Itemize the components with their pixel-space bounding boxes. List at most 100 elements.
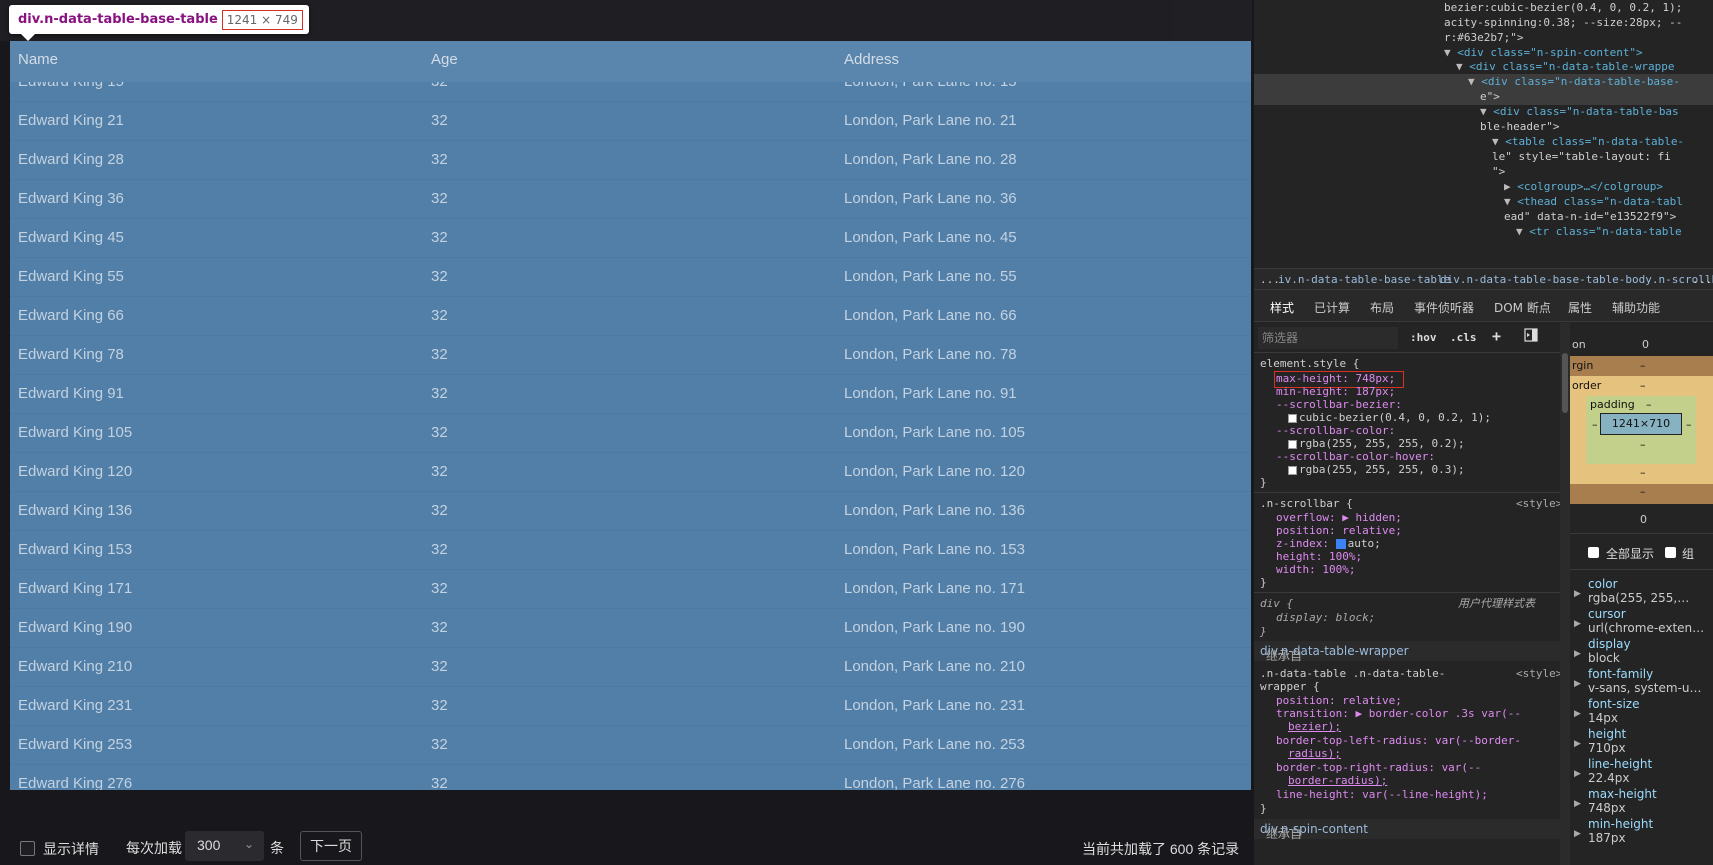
expand-triangle-icon[interactable]: ▼ — [1492, 135, 1505, 148]
w-lineheight-decl[interactable]: line-height: var(--line-height); — [1276, 788, 1488, 802]
element-line[interactable]: bezier:cubic-bezier(0.4, 0, 0.2, 1); — [1444, 0, 1682, 16]
show-details-label[interactable]: 显示详情 — [43, 839, 99, 859]
table-body[interactable]: Edward King 15 32 London, Park Lane no. 15… — [10, 82, 1251, 790]
styles-scrollbar[interactable] — [1560, 323, 1570, 865]
styles-pane[interactable]: element.style { max-height: 748px; min-h… — [1254, 353, 1560, 865]
expand-triangle-icon[interactable]: ▶ — [1574, 619, 1581, 629]
computed-prop-name[interactable]: font-family — [1588, 667, 1653, 681]
table-row[interactable]: Edward King 91 32 London, Park Lane no. 91 — [10, 375, 1251, 414]
expand-triangle-icon[interactable]: ▶ — [1574, 769, 1581, 779]
node-tr[interactable]: ▼ <tr class="n-data-table — [1516, 224, 1682, 240]
group-checkbox[interactable] — [1665, 547, 1676, 558]
w-transition-decl[interactable]: transition: ▶ border-color .3s var(-- — [1276, 707, 1521, 721]
tab-layout[interactable]: 布局 — [1370, 299, 1394, 316]
table-row[interactable]: Edward King 120 32 London, Park Lane no. 1… — [10, 453, 1251, 492]
expand-triangle-icon[interactable]: ▶ — [1574, 829, 1581, 839]
toggle-sidebar-icon[interactable] — [1524, 328, 1538, 345]
expand-triangle-icon[interactable]: ▶ — [1574, 799, 1581, 809]
scrollbar-hover-value[interactable]: rgba(255, 255, 255, 0.3); — [1288, 463, 1465, 477]
table-row[interactable]: Edward King 276 32 London, Park Lane no. 2… — [10, 765, 1251, 790]
scrollbar-bezier-value[interactable]: cubic-bezier(0.4, 0, 0.2, 1); — [1288, 411, 1491, 425]
w-btlr-decl[interactable]: border-top-left-radius: var(--border- — [1276, 734, 1521, 748]
computed-prop-name[interactable]: max-height — [1588, 787, 1657, 801]
table-row[interactable]: Edward King 153 32 London, Park Lane no. 1… — [10, 531, 1251, 570]
node-table-style[interactable]: le" style="table-layout: fi — [1492, 149, 1671, 165]
w-position-decl[interactable]: position: relative; — [1276, 694, 1402, 708]
hov-button[interactable]: :hov — [1410, 331, 1437, 344]
elements-tree[interactable]: bezier:cubic-bezier(0.4, 0, 0.2, 1); acit… — [1254, 0, 1713, 268]
w-btrr-decl[interactable]: border-top-right-radius: var(-- — [1276, 761, 1481, 775]
breadcrumb-item-table-body[interactable]: div.n-data-table-base-table-body.n-scrol… — [1440, 273, 1713, 286]
table-row[interactable]: Edward King 66 32 London, Park Lane no. 66 — [10, 297, 1251, 336]
color-swatch-icon[interactable] — [1288, 439, 1297, 449]
table-row[interactable]: Edward King 36 32 London, Park Lane no. 36 — [10, 180, 1251, 219]
breadcrumb-item-base-table[interactable]: iv.n-data-table-base-table — [1278, 273, 1450, 286]
computed-prop-name[interactable]: display — [1588, 637, 1631, 651]
color-swatch-icon[interactable] — [1288, 465, 1297, 475]
position-decl[interactable]: position: relative; — [1276, 524, 1402, 538]
height-decl[interactable]: height: 100%; — [1276, 550, 1362, 564]
node-base-table-cont[interactable]: e"> — [1480, 89, 1500, 105]
style-source-link[interactable]: <style> — [1516, 497, 1560, 511]
table-row[interactable]: Edward King 253 32 London, Park Lane no. 2… — [10, 726, 1251, 765]
table-row[interactable]: Edward King 45 32 London, Park Lane no. 45 — [10, 219, 1251, 258]
computed-prop-name[interactable]: height — [1588, 727, 1626, 741]
collapse-triangle-icon[interactable]: ▶ — [1504, 180, 1517, 193]
element-line[interactable]: r:#63e2b7;"> — [1444, 30, 1523, 46]
style-source-link[interactable]: <style> — [1516, 667, 1560, 681]
show-all-label[interactable]: 全部显示 — [1606, 545, 1654, 562]
column-header-name[interactable]: Name — [18, 51, 58, 68]
table-row[interactable]: Edward King 15 32 London, Park Lane no. 15 — [10, 82, 1251, 102]
node-base-table[interactable]: ▼ <div class="n-data-table-base- — [1468, 74, 1680, 90]
expand-triangle-icon[interactable]: ▶ — [1574, 649, 1581, 659]
table-row[interactable]: Edward King 105 32 London, Park Lane no. 1… — [10, 414, 1251, 453]
zindex-decl[interactable]: z-index: auto; — [1276, 537, 1381, 551]
table-row[interactable]: Edward King 210 32 London, Park Lane no. 2… — [10, 648, 1251, 687]
breadcrumb-more[interactable]: ... — [1260, 273, 1280, 286]
expand-triangle-icon[interactable]: ▼ — [1504, 195, 1517, 208]
scrollbar-thumb[interactable] — [1562, 353, 1568, 413]
cls-button[interactable]: .cls — [1450, 331, 1477, 344]
filter-input[interactable]: 筛选器 — [1258, 327, 1398, 349]
tab-dom-breakpoints[interactable]: DOM 断点 — [1494, 299, 1551, 316]
expand-triangle-icon[interactable]: ▼ — [1516, 225, 1529, 238]
node-table-header-cont[interactable]: ble-header"> — [1480, 119, 1559, 135]
new-rule-button[interactable]: + — [1492, 327, 1501, 345]
table-row[interactable]: Edward King 136 32 London, Park Lane no. 1… — [10, 492, 1251, 531]
node-thead-cont[interactable]: ead" data-n-id="e13522f9"> — [1504, 209, 1676, 225]
expand-triangle-icon[interactable]: ▼ — [1444, 46, 1457, 59]
expand-triangle-icon[interactable]: ▶ — [1574, 679, 1581, 689]
node-colgroup[interactable]: ▶ <colgroup>…</colgroup> — [1504, 179, 1663, 195]
computed-prop-name[interactable]: line-height — [1588, 757, 1652, 771]
element-line[interactable]: acity-spinning:0.38; --size:28px; -- — [1444, 15, 1682, 31]
expand-triangle-icon[interactable]: ▼ — [1468, 75, 1481, 88]
max-height-decl[interactable]: max-height: 748px; — [1276, 372, 1395, 386]
expand-triangle-icon[interactable]: ▼ — [1480, 105, 1493, 118]
next-page-button[interactable]: 下一页 — [300, 831, 362, 861]
expand-triangle-icon[interactable]: ▶ — [1574, 589, 1581, 599]
per-load-select[interactable]: 300 ⌄ — [185, 831, 264, 861]
bezier-swatch-icon[interactable] — [1288, 413, 1297, 423]
scrollbar-hover-prop[interactable]: --scrollbar-color-hover: — [1276, 450, 1435, 464]
table-row[interactable]: Edward King 190 32 London, Park Lane no. 1… — [10, 609, 1251, 648]
expand-triangle-icon[interactable]: ▶ — [1574, 739, 1581, 749]
expand-triangle-icon[interactable]: ▶ — [1574, 709, 1581, 719]
show-all-checkbox[interactable] — [1588, 547, 1599, 558]
scrollbar-color-value[interactable]: rgba(255, 255, 255, 0.2); — [1288, 437, 1465, 451]
node-thead[interactable]: ▼ <thead class="n-data-tabl — [1504, 194, 1683, 210]
min-height-decl[interactable]: min-height: 187px; — [1276, 385, 1395, 399]
overflow-decl[interactable]: overflow: ▶ hidden; — [1276, 511, 1402, 525]
table-row[interactable]: Edward King 55 32 London, Park Lane no. 55 — [10, 258, 1251, 297]
table-row[interactable]: Edward King 231 32 London, Park Lane no. 2… — [10, 687, 1251, 726]
column-header-age[interactable]: Age — [431, 51, 458, 68]
show-details-checkbox[interactable] — [20, 841, 35, 856]
scrollbar-color-prop[interactable]: --scrollbar-color: — [1276, 424, 1395, 438]
node-table[interactable]: ▼ <table class="n-data-table- — [1492, 134, 1684, 150]
zindex-checkbox-icon[interactable] — [1335, 539, 1346, 549]
node-table-header[interactable]: ▼ <div class="n-data-table-bas — [1480, 104, 1679, 120]
table-row[interactable]: Edward King 28 32 London, Park Lane no. 28 — [10, 141, 1251, 180]
node-table-end[interactable]: "> — [1492, 164, 1505, 180]
tab-styles[interactable]: 样式 — [1265, 299, 1299, 326]
tab-computed[interactable]: 已计算 — [1314, 299, 1350, 316]
scrollbar-bezier-prop[interactable]: --scrollbar-bezier: — [1276, 398, 1402, 412]
